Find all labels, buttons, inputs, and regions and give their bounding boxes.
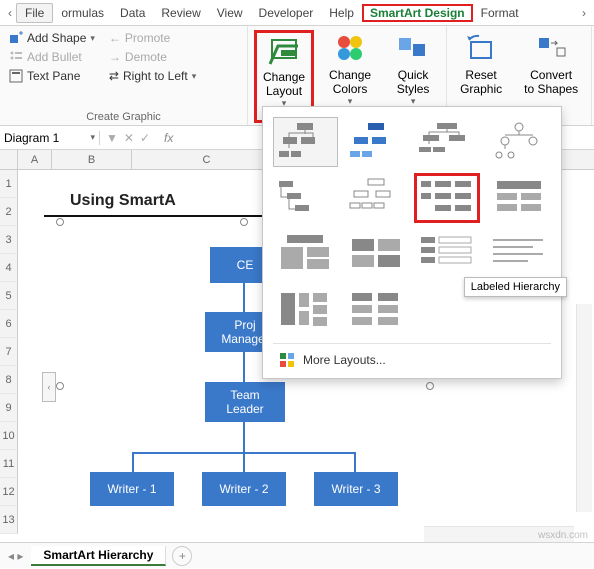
row-3[interactable]: 3 bbox=[0, 226, 18, 254]
formula-ops: ▼✕✓ bbox=[100, 131, 156, 145]
promote-button: ←Promote bbox=[106, 30, 199, 46]
demote-label: Demote bbox=[125, 50, 167, 64]
group-create-graphic: Create Graphic bbox=[6, 109, 241, 123]
layout-option-14[interactable] bbox=[344, 285, 409, 335]
layout-option-9[interactable] bbox=[273, 229, 338, 279]
layout-option-11[interactable] bbox=[414, 229, 480, 279]
sheet-nav[interactable]: ◂ ▸ bbox=[0, 549, 31, 563]
row-headers: 1 2 3 4 5 6 7 8 9 10 11 12 13 bbox=[0, 170, 18, 534]
row-8[interactable]: 8 bbox=[0, 366, 18, 394]
layout-option-8[interactable] bbox=[486, 173, 551, 223]
layout-option-4[interactable] bbox=[486, 117, 551, 167]
node-w3[interactable]: Writer - 3 bbox=[314, 472, 398, 506]
change-layout-icon bbox=[268, 36, 300, 68]
row-13[interactable]: 13 bbox=[0, 506, 18, 534]
layout-tooltip: Labeled Hierarchy bbox=[464, 277, 567, 297]
row-5[interactable]: 5 bbox=[0, 282, 18, 310]
layout-option-1[interactable] bbox=[273, 117, 338, 167]
tab-view[interactable]: View bbox=[209, 4, 251, 22]
promote-label: Promote bbox=[125, 31, 170, 45]
add-shape-button[interactable]: Add Shape▾ bbox=[6, 30, 98, 46]
layout-option-6[interactable] bbox=[344, 173, 409, 223]
row-10[interactable]: 10 bbox=[0, 422, 18, 450]
change-layout-label: Change Layout bbox=[263, 70, 305, 98]
row-4[interactable]: 4 bbox=[0, 254, 18, 282]
convert-icon bbox=[535, 34, 567, 66]
tab-smartart-design[interactable]: SmartArt Design bbox=[362, 4, 473, 22]
page-title: Using SmartA bbox=[70, 192, 176, 210]
row-2[interactable]: 2 bbox=[0, 198, 18, 226]
tab-scroll-right[interactable]: › bbox=[578, 6, 590, 20]
tab-format[interactable]: Format bbox=[473, 4, 527, 22]
node-tl[interactable]: Team Leader bbox=[205, 382, 285, 422]
layout-gallery: Labeled Hierarchy More Layouts... bbox=[262, 106, 562, 379]
tab-formulas[interactable]: ormulas bbox=[53, 4, 112, 22]
name-box[interactable]: Diagram 1▾ bbox=[0, 131, 100, 145]
watermark: wsxdn.com bbox=[538, 530, 588, 541]
rtl-label: Right to Left bbox=[123, 69, 188, 83]
name-box-text: Diagram 1 bbox=[4, 131, 59, 145]
tab-data[interactable]: Data bbox=[112, 4, 153, 22]
reset-graphic-label: Reset Graphic bbox=[460, 68, 502, 96]
ribbon-tabs: ‹ File ormulas Data Review View Develope… bbox=[0, 0, 594, 26]
row-1[interactable]: 1 bbox=[0, 170, 18, 198]
col-c[interactable]: C bbox=[132, 150, 282, 169]
more-layouts-label: More Layouts... bbox=[303, 353, 386, 367]
layout-option-7[interactable] bbox=[414, 173, 480, 223]
tab-help[interactable]: Help bbox=[321, 4, 362, 22]
text-pane-toggle[interactable]: ‹ bbox=[42, 372, 56, 402]
layout-option-5[interactable] bbox=[273, 173, 338, 223]
more-layouts-icon bbox=[279, 352, 295, 368]
palette-icon bbox=[334, 34, 366, 66]
reset-icon bbox=[465, 34, 497, 66]
add-bullet-button: Add Bullet bbox=[6, 49, 98, 65]
fx-label[interactable]: fx bbox=[156, 131, 181, 145]
row-11[interactable]: 11 bbox=[0, 450, 18, 478]
tab-file[interactable]: File bbox=[16, 3, 53, 23]
add-shape-label: Add Shape bbox=[27, 31, 86, 45]
text-pane-label: Text Pane bbox=[27, 69, 80, 83]
row-9[interactable]: 9 bbox=[0, 394, 18, 422]
tab-scroll-left[interactable]: ‹ bbox=[4, 6, 16, 20]
layout-option-12[interactable] bbox=[486, 229, 551, 279]
tab-review[interactable]: Review bbox=[153, 4, 208, 22]
row-7[interactable]: 7 bbox=[0, 338, 18, 366]
quick-styles-label: Quick Styles bbox=[397, 68, 430, 96]
demote-button: →Demote bbox=[106, 49, 199, 65]
node-w1[interactable]: Writer - 1 bbox=[90, 472, 174, 506]
tab-developer[interactable]: Developer bbox=[251, 4, 322, 22]
vertical-scrollbar[interactable] bbox=[576, 304, 592, 512]
layout-option-2[interactable] bbox=[344, 117, 409, 167]
more-layouts[interactable]: More Layouts... bbox=[273, 343, 551, 374]
text-pane-button[interactable]: Text Pane bbox=[6, 68, 98, 84]
layout-option-10[interactable] bbox=[344, 229, 409, 279]
layout-option-3[interactable] bbox=[414, 117, 480, 167]
rtl-button[interactable]: ⇄Right to Left▾ bbox=[106, 68, 199, 84]
quick-styles-icon bbox=[397, 34, 429, 66]
col-b[interactable]: B bbox=[52, 150, 132, 169]
convert-label: Convert to Shapes bbox=[524, 68, 578, 96]
row-12[interactable]: 12 bbox=[0, 478, 18, 506]
col-a[interactable]: A bbox=[18, 150, 52, 169]
add-bullet-label: Add Bullet bbox=[27, 50, 82, 64]
row-6[interactable]: 6 bbox=[0, 310, 18, 338]
node-w2[interactable]: Writer - 2 bbox=[202, 472, 286, 506]
change-colors-label: Change Colors bbox=[329, 68, 371, 96]
layout-option-13[interactable] bbox=[273, 285, 338, 335]
